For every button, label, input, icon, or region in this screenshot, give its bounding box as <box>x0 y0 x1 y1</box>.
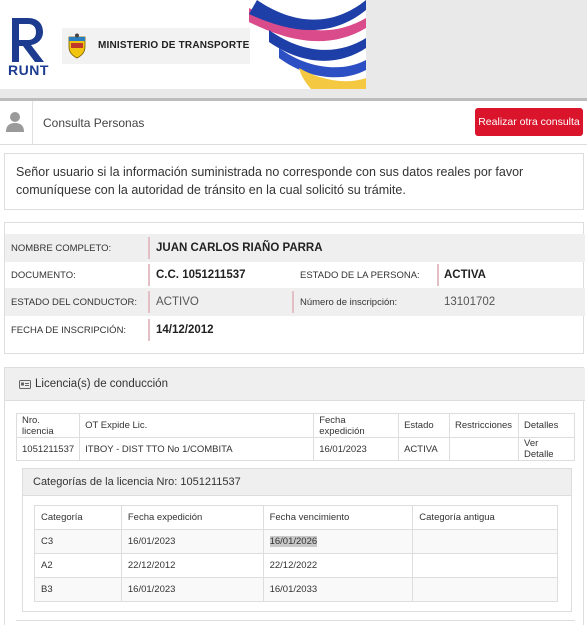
category-code: C3 <box>34 529 122 554</box>
categories-panel: Categorías de la licencia Nro: 105121153… <box>22 468 572 612</box>
table-row: 1051211537 ITBOY - DIST TTO No 1/COMBITA… <box>15 437 575 461</box>
table-row: A2 22/12/2012 22/12/2022 <box>34 553 558 578</box>
inscripcion-num-value: 13101702 <box>444 296 496 308</box>
ministry-logo: MINISTERIO DE TRANSPORTE <box>62 28 250 64</box>
categories-panel-header: Categorías de la licencia Nro: 105121153… <box>23 469 571 496</box>
license-status: ACTIVA <box>398 437 451 461</box>
view-detail-link[interactable]: Ver Detalle <box>518 437 575 461</box>
category-old <box>412 529 558 554</box>
field-separator <box>148 237 150 259</box>
column-header: OT Expide Lic. <box>79 413 315 438</box>
category-issue-date: 22/12/2012 <box>120 553 264 578</box>
license-restrictions <box>449 437 520 461</box>
notice-message: Señor usuario si la información suminist… <box>4 153 584 210</box>
field-separator <box>148 291 150 313</box>
column-header: Estado <box>398 413 451 438</box>
inscripcion-num-label: Número de inscripción: <box>300 297 398 308</box>
licenses-panel-header: Licencia(s) de conducción <box>5 368 585 401</box>
page-title: Consulta Personas <box>43 116 145 130</box>
toolbar-divider <box>32 101 33 145</box>
field-separator <box>292 291 294 313</box>
licenses-panel-title: Licencia(s) de conducción <box>35 378 168 390</box>
nombre-label: NOMBRE COMPLETO: <box>11 243 112 254</box>
column-header: Fecha expedición <box>120 505 264 530</box>
categories-panel-title: Categorías de la licencia Nro: 105121153… <box>33 476 241 488</box>
estado-conductor-label: ESTADO DEL CONDUCTOR: <box>11 297 137 308</box>
column-header: Categoría <box>34 505 122 530</box>
column-header: Nro. licencia <box>15 413 81 438</box>
field-separator <box>148 264 150 286</box>
licenses-table-header: Nro. licencia OT Expide Lic. Fecha exped… <box>15 413 575 438</box>
header: RUNT MINISTERIO DE TRANSPORTE <box>0 0 587 101</box>
column-header: Categoría antigua <box>412 505 558 530</box>
documento-value: C.C. 1051211537 <box>156 269 246 281</box>
highlighted-text: 16/01/2026 <box>269 536 318 547</box>
row-fecha-inscripcion: FECHA DE INSCRIPCIÓN: 14/12/2012 <box>5 316 585 344</box>
id-card-icon <box>19 380 31 389</box>
licenses-panel: Licencia(s) de conducción Nro. licencia … <box>4 367 585 625</box>
new-query-button[interactable]: Realizar otra consulta <box>475 108 583 136</box>
license-number: 1051211537 <box>15 437 81 461</box>
categories-table-header: Categoría Fecha expedición Fecha vencimi… <box>34 505 558 530</box>
row-nombre: NOMBRE COMPLETO: JUAN CARLOS RIAÑO PARRA <box>5 234 585 262</box>
field-separator <box>437 264 439 286</box>
table-row-partial <box>16 620 575 625</box>
column-header: Fecha expedición <box>313 413 400 438</box>
estado-persona-label: ESTADO DE LA PERSONA: <box>300 270 420 281</box>
category-issue-date: 16/01/2023 <box>120 529 264 554</box>
user-icon <box>6 112 24 132</box>
category-code: A2 <box>34 553 122 578</box>
fecha-inscripcion-value: 14/12/2012 <box>156 324 214 336</box>
ministry-name: MINISTERIO DE TRANSPORTE <box>98 40 250 51</box>
person-info-panel: NOMBRE COMPLETO: JUAN CARLOS RIAÑO PARRA… <box>4 222 585 354</box>
categories-table: Categoría Fecha expedición Fecha vencimi… <box>34 505 558 602</box>
category-old <box>412 553 558 578</box>
column-header: Detalles <box>518 413 575 438</box>
estado-persona-value: ACTIVA <box>444 269 486 281</box>
runt-brand-text: RUNT <box>8 62 49 78</box>
column-header: Fecha vencimiento <box>262 505 414 530</box>
license-issue-date: 16/01/2023 <box>313 437 400 461</box>
category-old <box>412 577 558 602</box>
category-issue-date: 16/01/2023 <box>120 577 264 602</box>
license-issuer: ITBOY - DIST TTO No 1/COMBITA <box>79 437 315 461</box>
page: RUNT MINISTERIO DE TRANSPORTE Consulta P… <box>0 0 587 625</box>
column-header: Restricciones <box>449 413 520 438</box>
category-expiry-date: 22/12/2022 <box>262 553 414 578</box>
licenses-table: Nro. licencia OT Expide Lic. Fecha exped… <box>15 413 575 461</box>
nombre-value: JUAN CARLOS RIAÑO PARRA <box>156 242 323 254</box>
table-row: B3 16/01/2023 16/01/2033 <box>34 577 558 602</box>
field-separator <box>148 319 150 341</box>
fecha-inscripcion-label: FECHA DE INSCRIPCIÓN: <box>11 325 127 336</box>
estado-conductor-value: ACTIVO <box>156 296 199 308</box>
documento-label: DOCUMENTO: <box>11 270 76 281</box>
category-code: B3 <box>34 577 122 602</box>
header-banner: RUNT MINISTERIO DE TRANSPORTE <box>0 0 366 89</box>
table-row: C3 16/01/2023 16/01/2026 <box>34 529 558 554</box>
coat-of-arms-icon <box>68 33 86 59</box>
consulta-toolbar: Consulta Personas Realizar otra consulta <box>0 101 587 145</box>
category-expiry-date: 16/01/2033 <box>262 577 414 602</box>
row-documento: DOCUMENTO: C.C. 1051211537 ESTADO DE LA … <box>5 261 585 289</box>
category-expiry-date: 16/01/2026 <box>262 529 414 554</box>
row-estado-conductor: ESTADO DEL CONDUCTOR: ACTIVO Número de i… <box>5 288 585 316</box>
decorative-waves-icon <box>249 0 366 89</box>
